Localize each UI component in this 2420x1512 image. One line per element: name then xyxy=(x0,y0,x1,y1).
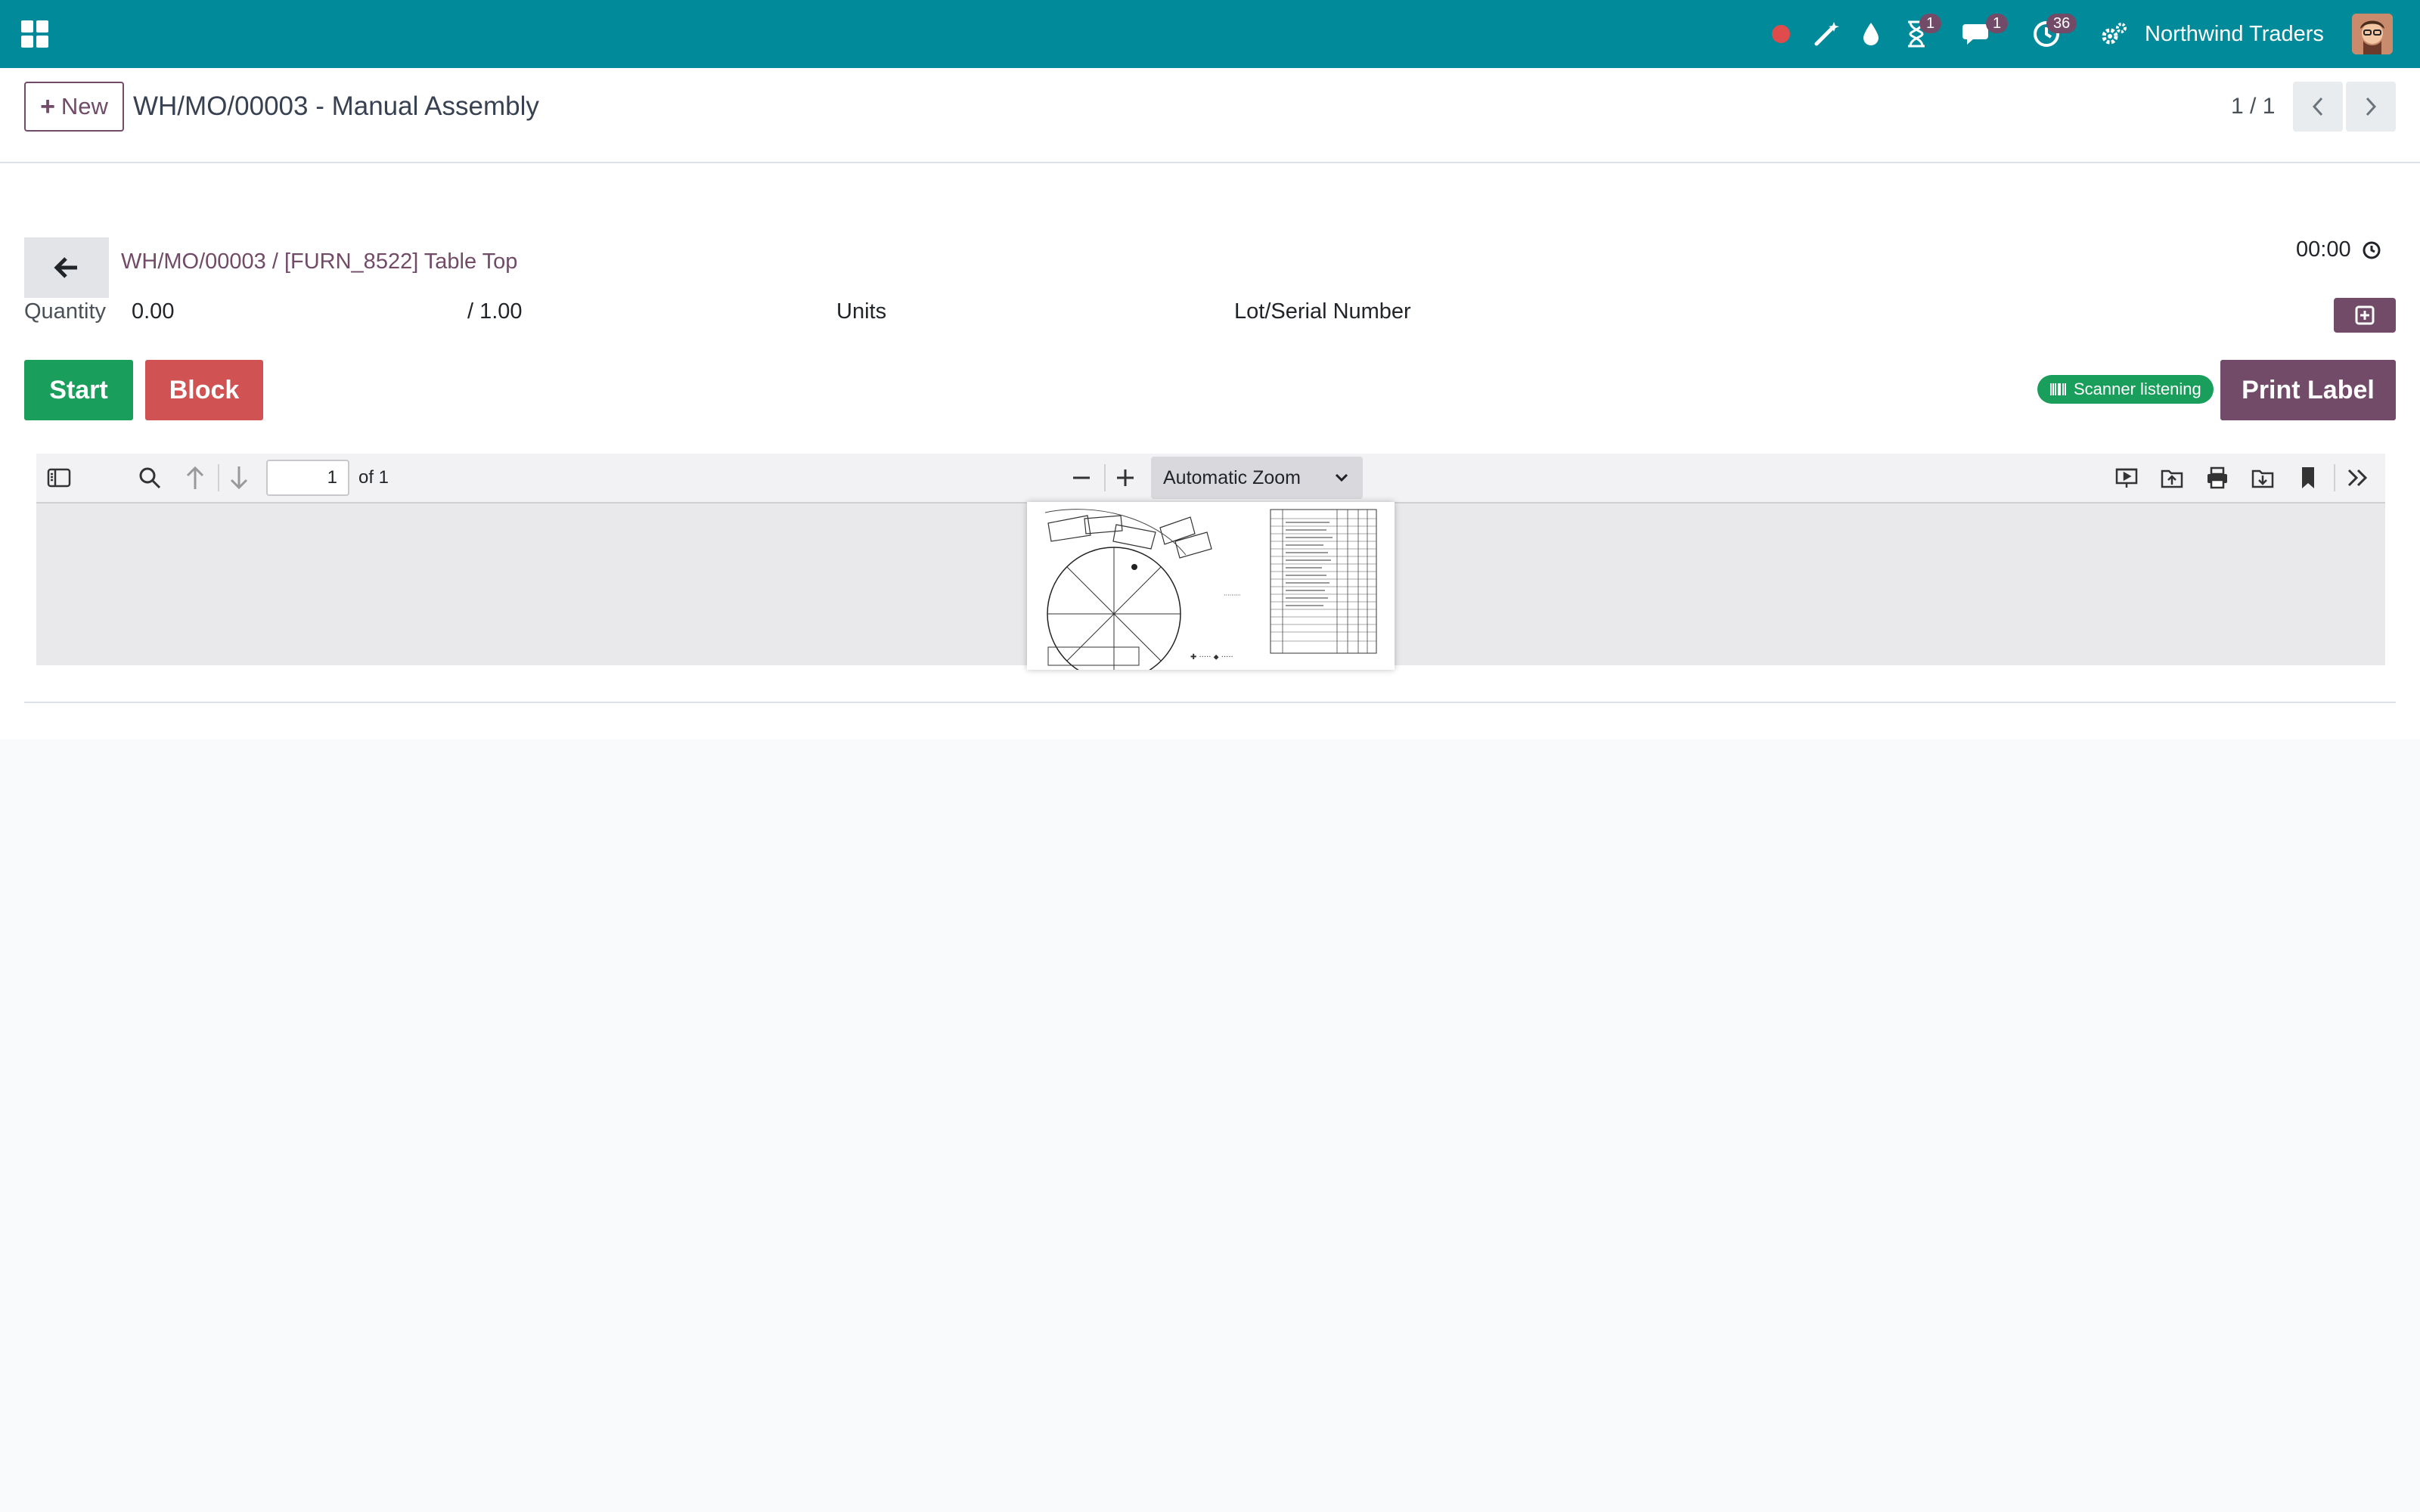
workorder-timer: 00:00 xyxy=(2296,237,2381,262)
print-label-button[interactable]: Print Label xyxy=(2220,360,2396,420)
barcode-icon xyxy=(2050,383,2066,395)
hourglass-icon[interactable] xyxy=(1901,0,1931,68)
plus-square-icon xyxy=(2355,305,2375,325)
svg-text:·········: ········· xyxy=(1224,592,1241,599)
previous-page-icon[interactable] xyxy=(180,463,210,493)
scanner-status-label: Scanner listening xyxy=(2074,380,2201,398)
svg-text:✚ ····· ⬥ ·····: ✚ ····· ⬥ ····· xyxy=(1190,653,1233,662)
clock-icon[interactable] xyxy=(2030,0,2063,68)
workorder-panel: WH/MO/00003 / [FURN_8522] Table Top 00:0… xyxy=(0,163,2420,739)
pager-next-button[interactable] xyxy=(2346,82,2396,132)
assembly-drawing-image: ✚ ····· ⬥ ····· ········· xyxy=(1027,502,1395,681)
magic-wand-icon[interactable] xyxy=(1810,0,1842,68)
sidebar-toggle-icon[interactable] xyxy=(44,463,74,493)
droplet-icon[interactable] xyxy=(1857,0,1885,68)
start-button[interactable]: Start xyxy=(24,360,133,420)
stopwatch-icon xyxy=(2363,241,2381,259)
chevron-down-icon xyxy=(1335,473,1348,482)
quantity-unit: Units xyxy=(836,299,887,324)
block-button[interactable]: Block xyxy=(145,360,263,420)
pager-value[interactable]: 1 / 1 xyxy=(2231,82,2275,132)
print-icon[interactable] xyxy=(2202,463,2232,493)
page-count: of 1 xyxy=(358,467,389,488)
chevron-right-icon xyxy=(2366,97,2377,116)
record-title: WH/MO/00003 - Manual Assembly xyxy=(133,91,539,121)
chevron-left-icon xyxy=(2312,97,2323,116)
settings-icon[interactable] xyxy=(2098,0,2131,68)
quantity-done-field[interactable]: 0.00 xyxy=(132,299,174,324)
chat-icon[interactable] xyxy=(1960,0,1995,68)
quantity-total: / 1.00 xyxy=(467,299,523,324)
top-navbar: 1 1 36 Northwind Traders xyxy=(0,0,2420,68)
page-number-input[interactable]: 1 xyxy=(266,460,349,496)
recording-dot-icon[interactable] xyxy=(1767,0,1795,68)
user-avatar[interactable] xyxy=(2352,14,2393,54)
zoom-out-icon[interactable] xyxy=(1066,463,1097,493)
company-switcher[interactable]: Northwind Traders xyxy=(2145,0,2324,68)
workorder-breadcrumb[interactable]: WH/MO/00003 / [FURN_8522] Table Top xyxy=(121,249,517,274)
lot-serial-label: Lot/Serial Number xyxy=(1234,299,1411,324)
pager-previous-button[interactable] xyxy=(2293,82,2343,132)
toolbar-separator xyxy=(218,464,219,491)
pdf-toolbar: 1 of 1 Automatic Zoom xyxy=(36,454,2385,503)
timer-value: 00:00 xyxy=(2296,237,2351,262)
new-button-label: New xyxy=(60,93,108,119)
apps-menu-icon[interactable] xyxy=(21,20,48,48)
zoom-select-value: Automatic Zoom xyxy=(1163,467,1302,488)
next-page-icon[interactable] xyxy=(224,463,254,493)
bookmark-icon[interactable] xyxy=(2293,463,2323,493)
pdf-viewer: 1 of 1 Automatic Zoom ✚ ····· ⬥ ····· ··… xyxy=(36,454,2385,681)
zoom-in-icon[interactable] xyxy=(1110,463,1140,493)
zoom-select[interactable]: Automatic Zoom xyxy=(1151,457,1363,499)
new-button[interactable]: + New xyxy=(24,82,124,132)
toolbar-separator xyxy=(1104,464,1106,491)
add-lot-button[interactable] xyxy=(2334,298,2396,333)
double-chevron-right-icon[interactable] xyxy=(2343,463,2373,493)
toolbar-separator xyxy=(2334,464,2335,491)
back-button[interactable] xyxy=(24,237,109,298)
pdf-page-thumbnail: ✚ ····· ⬥ ····· ········· xyxy=(1027,502,1395,681)
presentation-mode-icon[interactable] xyxy=(2111,463,2142,493)
section-divider xyxy=(24,702,2396,703)
quantity-label: Quantity xyxy=(24,299,106,324)
scanner-status-badge: Scanner listening xyxy=(2037,375,2214,404)
arrow-left-icon xyxy=(54,257,77,278)
control-panel: + New WH/MO/00003 - Manual Assembly 1 / … xyxy=(0,68,2420,163)
open-file-icon[interactable] xyxy=(2157,463,2187,493)
plus-icon: + xyxy=(40,91,55,121)
clock-badge: 36 xyxy=(2046,14,2077,33)
activity-badge: 1 xyxy=(1919,14,1942,33)
search-icon[interactable] xyxy=(135,463,165,493)
download-icon[interactable] xyxy=(2248,463,2278,493)
messages-badge: 1 xyxy=(1986,14,2009,33)
